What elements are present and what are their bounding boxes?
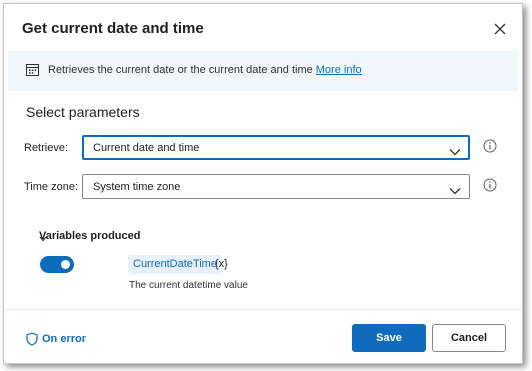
save-button[interactable]: Save [352,324,426,352]
dialog-title: Get current date and time [22,20,204,37]
time-zone-value: System time zone [93,181,181,193]
info-circle-icon[interactable] [483,178,497,197]
toggle-knob [61,260,70,269]
retrieve-dropdown[interactable]: Current date and time [82,135,470,160]
section-title: Select parameters [26,104,140,120]
variable-name-chip[interactable]: CurrentDateTime [128,255,222,274]
retrieve-value: Current date and time [93,142,200,154]
info-bar: Retrieves the current date or the curren… [8,50,518,91]
more-info-link[interactable]: More info [316,64,362,76]
dialog: Get current date and time Retrieves the … [3,3,523,364]
time-zone-label: Time zone: [24,181,79,193]
variable-description: The current datetime value [129,280,248,291]
info-text: Retrieves the current date or the curren… [48,64,362,76]
info-circle-icon[interactable] [483,139,497,158]
chevron-down-icon [449,182,461,200]
info-description: Retrieves the current date or the curren… [48,64,313,76]
footer-divider [4,309,522,310]
cancel-button[interactable]: Cancel [432,324,506,352]
variables-produced-label: Variables produced [39,230,141,242]
calendar-icon [26,63,39,81]
variable-type-icon: {x} [215,258,228,270]
time-zone-dropdown[interactable]: System time zone [82,174,470,199]
on-error-label: On error [42,333,87,345]
variable-enabled-toggle[interactable] [40,256,74,273]
variables-produced-toggle[interactable]: Variables produced [26,230,140,242]
close-icon[interactable] [490,19,510,39]
chevron-down-icon [39,233,47,245]
on-error-button[interactable]: On error [26,332,87,346]
chevron-down-icon [449,143,461,161]
shield-icon [26,332,38,346]
retrieve-label: Retrieve: [24,142,69,154]
